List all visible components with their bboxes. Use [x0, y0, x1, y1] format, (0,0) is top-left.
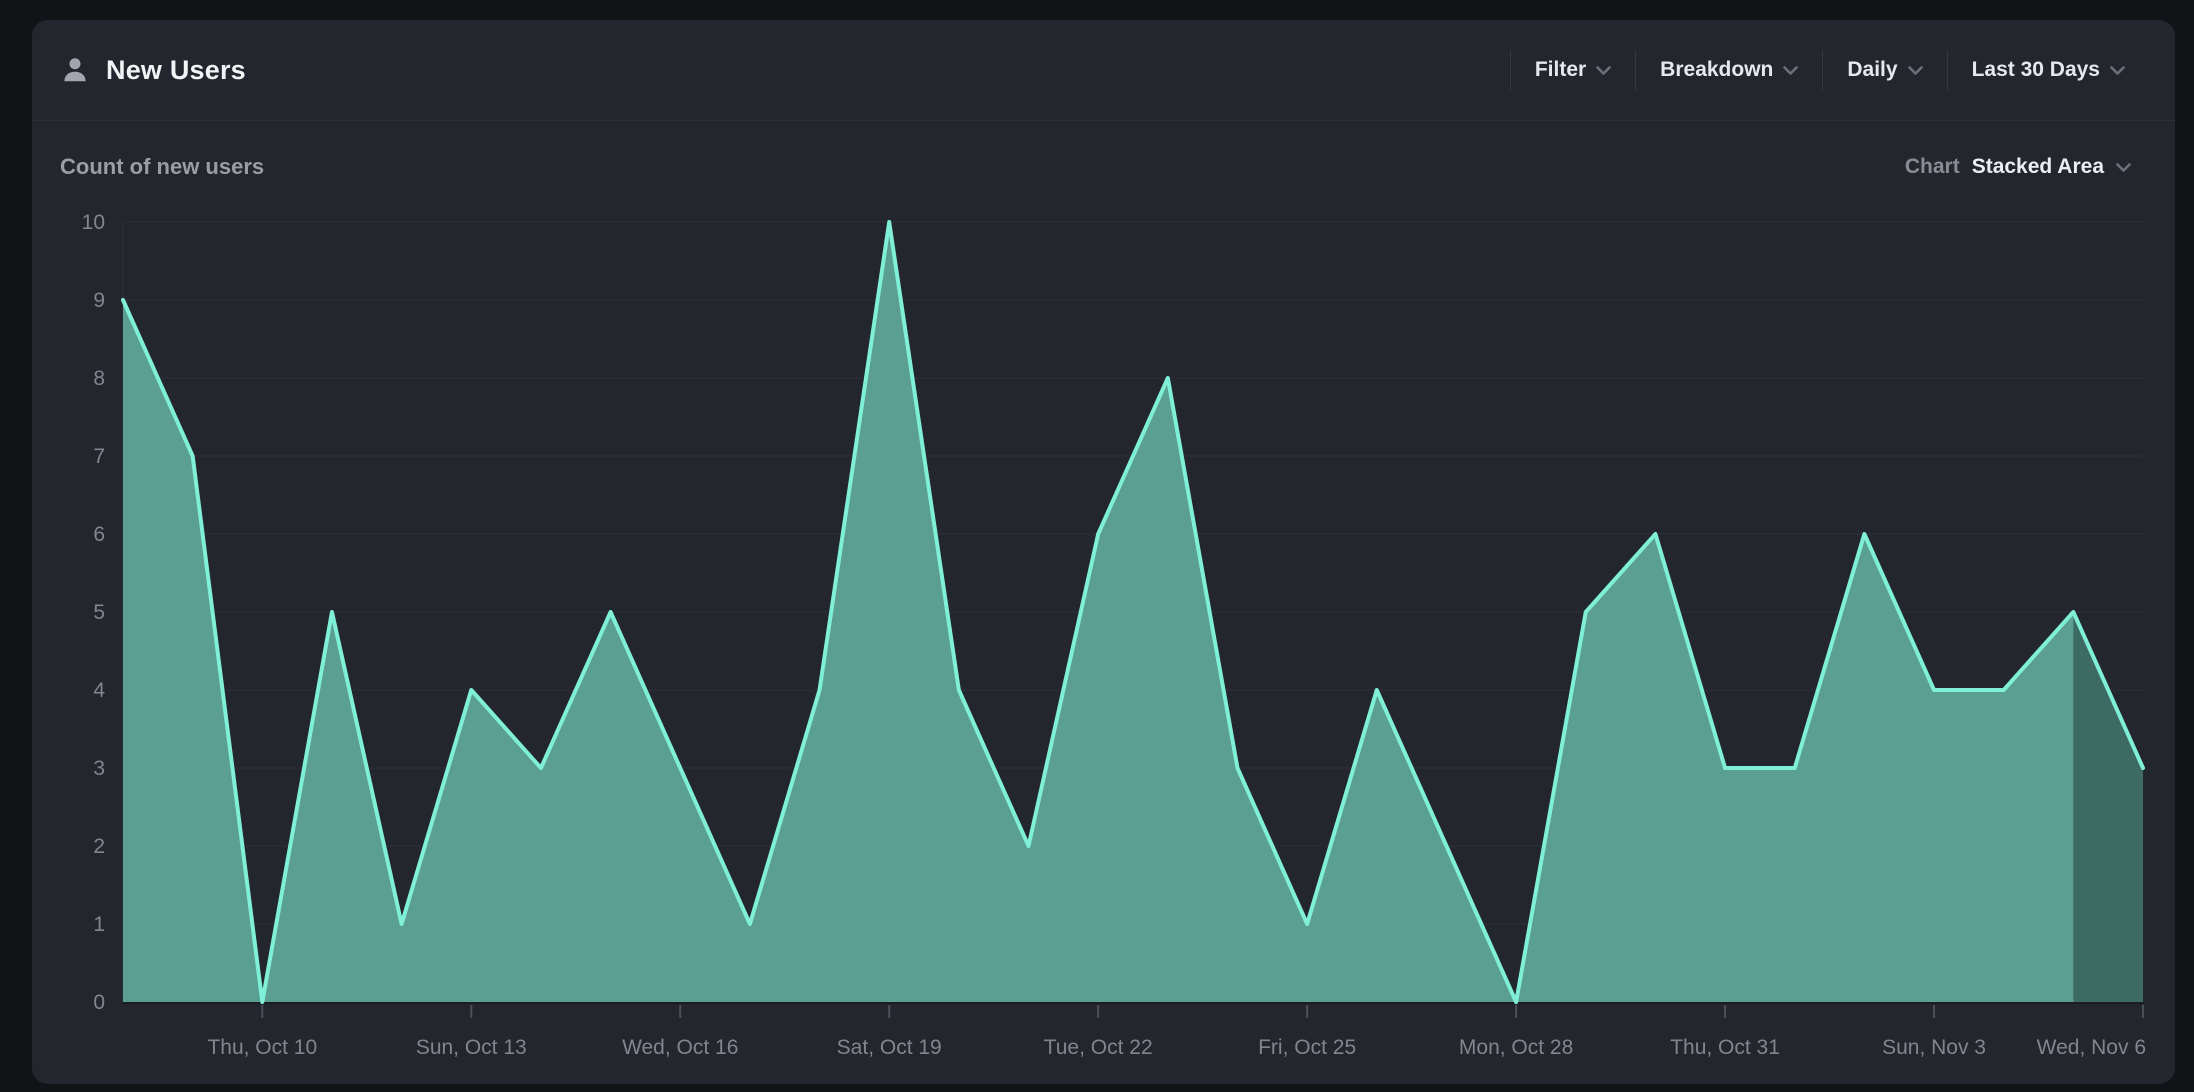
breakdown-dropdown[interactable]: Breakdown	[1636, 58, 1822, 82]
sub-header: Count of new users Chart Stacked Area	[32, 121, 2175, 213]
date-range-dropdown[interactable]: Last 30 Days	[1948, 58, 2149, 82]
metric-label: Count of new users	[60, 154, 264, 180]
card-header: New Users Filter Breakdown Daily	[32, 20, 2175, 120]
chevron-down-icon	[1908, 66, 1923, 75]
page-title: New Users	[106, 55, 246, 86]
interval-dropdown-label: Daily	[1847, 58, 1897, 82]
breakdown-dropdown-label: Breakdown	[1660, 58, 1773, 82]
chevron-down-icon	[2110, 66, 2125, 75]
filter-dropdown-label: Filter	[1535, 58, 1586, 82]
chart-type-value: Stacked Area	[1972, 155, 2104, 179]
interval-dropdown[interactable]: Daily	[1823, 58, 1946, 82]
chevron-down-icon	[2116, 163, 2131, 172]
dashboard-page: New Users Filter Breakdown Daily	[0, 0, 2194, 1092]
chart-type-dropdown[interactable]: Chart Stacked Area	[1905, 155, 2131, 179]
title-group: New Users	[60, 55, 246, 86]
chart-type-caption: Chart	[1905, 155, 1960, 179]
person-icon	[60, 55, 90, 85]
chevron-down-icon	[1596, 66, 1611, 75]
filter-dropdown[interactable]: Filter	[1511, 58, 1635, 82]
date-range-dropdown-label: Last 30 Days	[1972, 58, 2100, 82]
header-controls: Filter Breakdown Daily Last 30 Days	[1510, 20, 2149, 120]
chevron-down-icon	[1783, 66, 1798, 75]
